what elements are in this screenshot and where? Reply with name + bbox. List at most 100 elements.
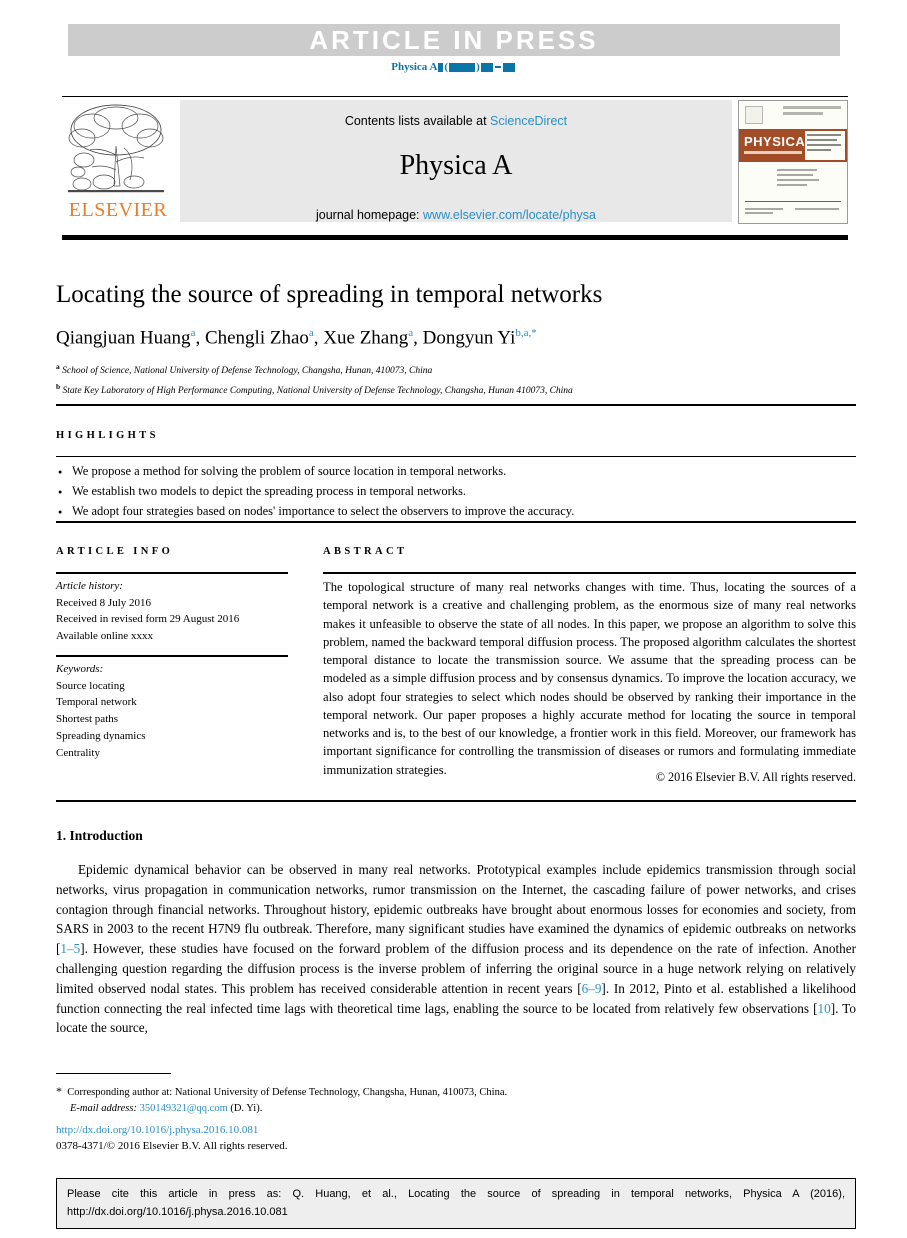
citation-line-primary: Please cite this article in press as: Q.…	[67, 1188, 845, 1200]
corresponding-author-note: * Corresponding author at: National Univ…	[56, 1082, 756, 1101]
keyword-item: Spreading dynamics	[56, 729, 146, 742]
email-suffix: (D. Yi).	[230, 1103, 263, 1115]
cover-toc-lines	[777, 169, 823, 189]
article-info-heading: ARTICLE INFO	[56, 546, 174, 557]
article-info-rule	[56, 572, 288, 574]
abstract-heading: ABSTRACT	[323, 546, 408, 557]
journal-homepage-link[interactable]: www.elsevier.com/locate/physa	[423, 208, 596, 222]
keyword-item: Source locating	[56, 679, 125, 692]
page-range-dash	[494, 66, 501, 69]
homepage-prefix: journal homepage:	[315, 208, 424, 222]
article-in-press-banner: ARTICLE IN PRESS	[68, 24, 840, 56]
highlights-bottom-rule	[56, 456, 856, 457]
journal-homepage-line: journal homepage: www.elsevier.com/locat…	[180, 208, 732, 222]
paper-page: ARTICLE IN PRESS Physica A() ELSEVIER Co…	[0, 0, 907, 1238]
reference-link[interactable]: 6–9	[582, 981, 602, 996]
masthead-center-panel: Contents lists available at ScienceDirec…	[180, 100, 732, 222]
author-affil-marker: a	[308, 327, 314, 339]
page-title: Locating the source of spreading in temp…	[56, 281, 603, 308]
list-item: We adopt four strategies based on nodes'…	[56, 502, 856, 522]
asterisk-icon: *	[56, 1084, 62, 1098]
contents-prefix: Contents lists available at	[344, 114, 491, 128]
list-item: We propose a method for solving the prob…	[56, 462, 856, 482]
author-affil-marker: a	[408, 327, 414, 339]
author-name: Qiangjuan Huang	[56, 327, 191, 349]
running-head-journal: Physica A	[391, 61, 438, 73]
affiliation-text: School of Science, National University o…	[62, 366, 433, 377]
keyword-item: Temporal network	[56, 696, 137, 709]
article-history-block: Article history: Received 8 July 2016 Re…	[56, 578, 306, 645]
corresponding-author-text: Corresponding author at: National Univer…	[67, 1087, 508, 1098]
journal-masthead: ELSEVIER Contents lists available at Sci…	[62, 98, 848, 226]
cover-footer-right	[795, 208, 841, 212]
email-link[interactable]: 350149321@qq.com	[140, 1103, 228, 1114]
issn-copyright-line: 0378-4371/© 2016 Elsevier B.V. All right…	[56, 1140, 288, 1152]
email-note: E-mail address: 350149321@qq.com (D. Yi)…	[56, 1101, 756, 1117]
masthead-top-rule	[62, 96, 848, 97]
keywords-label: Keywords:	[56, 663, 104, 675]
affiliation-list: a School of Science, National University…	[56, 360, 856, 400]
abstract-rule	[323, 572, 856, 574]
affiliation-marker: a	[56, 362, 60, 371]
redacted-block-page-start	[480, 62, 493, 72]
affiliation-item: b State Key Laboratory of High Performan…	[56, 380, 856, 400]
article-history-label: Article history:	[56, 580, 123, 592]
doi-link[interactable]: http://dx.doi.org/10.1016/j.physa.2016.1…	[56, 1124, 258, 1136]
elsevier-tree-icon	[62, 100, 170, 198]
article-history-item: Received 8 July 2016	[56, 596, 152, 609]
info-section-top-rule	[56, 521, 856, 523]
keywords-rule	[56, 655, 288, 657]
cover-headline-line	[783, 106, 841, 109]
elsevier-logo: ELSEVIER	[62, 100, 174, 224]
author-name: Xue Zhang	[323, 327, 409, 349]
highlights-top-rule	[56, 404, 856, 406]
author-affil-marker: b,a,*	[515, 327, 537, 339]
keyword-item: Shortest paths	[56, 713, 119, 726]
cover-subtitle-rule	[744, 151, 802, 154]
copyright-line: © 2016 Elsevier B.V. All rights reserved…	[655, 770, 856, 784]
reference-link[interactable]: 10	[818, 1001, 831, 1016]
elsevier-wordmark: ELSEVIER	[68, 199, 168, 221]
running-head: Physica A()	[0, 61, 907, 73]
cover-publisher-mark	[745, 106, 763, 124]
masthead-bottom-rule	[62, 235, 848, 240]
cover-title-box	[805, 131, 845, 160]
redacted-block-page-end	[502, 62, 515, 72]
article-history-item: Available online xxxx	[56, 630, 153, 643]
email-label: E-mail address:	[70, 1103, 137, 1115]
highlights-heading: HIGHLIGHTS	[56, 430, 159, 441]
author-affil-marker: a	[190, 327, 196, 339]
contents-line: Contents lists available at ScienceDirec…	[180, 114, 732, 128]
journal-cover-thumbnail: PHYSICA	[738, 100, 848, 224]
highlights-list: We propose a method for solving the prob…	[56, 462, 856, 521]
journal-title: Physica A	[399, 150, 513, 181]
redacted-block-volume	[438, 62, 444, 72]
article-in-press-label: ARTICLE IN PRESS	[309, 25, 599, 55]
author-name: Chengli Zhao	[204, 327, 309, 349]
keyword-item: Centrality	[56, 746, 100, 759]
redacted-block-year	[449, 62, 476, 72]
article-history-item: Received in revised form 29 August 2016	[56, 613, 240, 626]
keywords-block: Keywords: Source locating Temporal netwo…	[56, 661, 306, 761]
cover-top-row	[745, 106, 841, 124]
author-list: Qiangjuan Huanga, Chengli Zhaoa, Xue Zha…	[56, 327, 537, 349]
abstract-text: The topological structure of many real n…	[323, 580, 856, 777]
section-heading-introduction: 1. Introduction	[56, 828, 143, 843]
introduction-paragraph: Epidemic dynamical behavior can be obser…	[56, 862, 856, 1036]
affiliation-text: State Key Laboratory of High Performance…	[62, 385, 573, 396]
affiliation-marker: b	[56, 381, 61, 391]
citation-line-doi: http://dx.doi.org/10.1016/j.physa.2016.1…	[67, 1205, 288, 1218]
cover-footer-left	[745, 208, 785, 216]
footnote-rule	[56, 1073, 171, 1074]
list-item: We establish two models to depict the sp…	[56, 482, 856, 502]
cover-headline-line	[783, 112, 823, 115]
reference-link[interactable]: 1–5	[60, 941, 80, 956]
author-name: Dongyun Yi	[422, 327, 516, 349]
cover-divider	[745, 201, 841, 202]
footnote-block: * Corresponding author at: National Univ…	[56, 1082, 756, 1118]
affiliation-item: a School of Science, National University…	[56, 360, 856, 380]
cover-journal-name: PHYSICA	[744, 134, 806, 149]
citation-box: Please cite this article in press as: Q.…	[56, 1178, 856, 1229]
body-top-rule	[56, 800, 856, 802]
sciencedirect-link[interactable]: ScienceDirect	[490, 114, 567, 128]
